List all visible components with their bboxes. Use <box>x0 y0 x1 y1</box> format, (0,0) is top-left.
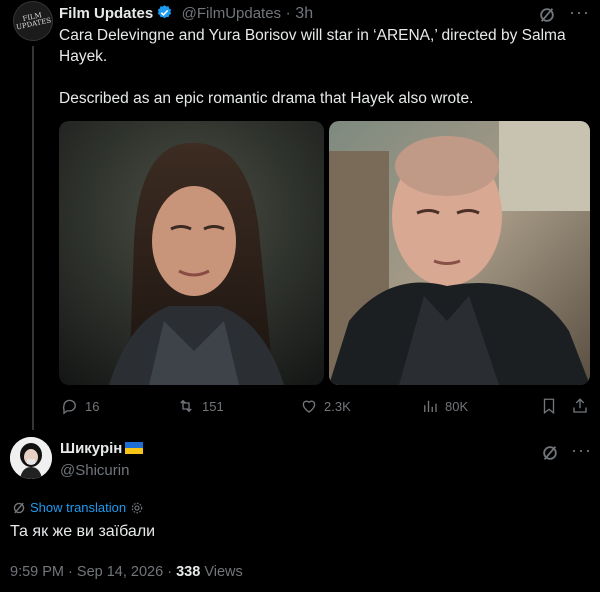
settings-gear-icon <box>131 502 143 513</box>
reply-author-handle[interactable]: @Shicurin <box>60 462 129 479</box>
reply-date[interactable]: Sep 14, 2026 <box>77 564 163 580</box>
views-count: 80K <box>445 398 469 414</box>
reply-icon <box>62 399 76 415</box>
meta-separator-2: · <box>167 564 173 580</box>
thread-line <box>32 46 34 430</box>
film-updates-avatar[interactable]: FILM UPDATES <box>9 0 57 45</box>
tweet-header: Film Updates @FilmUpdates · 3h <box>59 4 313 26</box>
reply-author-name[interactable]: Шикурін <box>60 440 122 457</box>
reply-views-count: 338 <box>176 564 201 580</box>
like-button[interactable]: 2.3K <box>300 397 351 415</box>
like-count: 2.3K <box>324 398 351 414</box>
reply-meta: 9:59 PM · Sep 14, 2026 · 338 Views <box>10 564 243 580</box>
tweet-text-paragraph-2: Described as an epic romantic drama that… <box>59 90 474 107</box>
verified-icon <box>156 4 173 26</box>
reply-button[interactable]: 16 <box>61 397 99 415</box>
analytics-icon <box>424 400 437 412</box>
reply-text: Та як же ви заїбали <box>10 523 156 540</box>
more-options-icon-reply[interactable]: ··· <box>571 440 592 461</box>
grok-icon <box>13 502 25 513</box>
more-options-icon[interactable]: ··· <box>569 2 590 23</box>
avatar-logo-text: FILM UPDATES <box>15 11 52 32</box>
repost-button[interactable]: 151 <box>176 397 224 415</box>
bookmark-icon <box>543 398 555 415</box>
show-translation-link[interactable]: Show translation <box>12 500 144 515</box>
media-photo-left[interactable] <box>59 121 324 385</box>
separator: · <box>285 5 291 22</box>
reply-count: 16 <box>85 398 100 414</box>
shicurin-avatar[interactable] <box>10 437 52 479</box>
author-name[interactable]: Film Updates <box>59 5 153 22</box>
tweet-body: Cara Delevingne and Yura Borisov will st… <box>59 25 579 109</box>
ukraine-flag-icon <box>125 442 144 454</box>
repost-count: 151 <box>202 398 224 414</box>
share-button[interactable] <box>571 397 589 415</box>
views-button[interactable]: 80K <box>421 397 468 415</box>
reply-header: Шикурін <box>60 440 144 458</box>
meta-separator-1: · <box>68 564 73 580</box>
reply-time[interactable]: 9:59 PM <box>10 564 64 580</box>
author-handle[interactable]: @FilmUpdates <box>182 5 281 22</box>
tweet-text-paragraph-1: Cara Delevingne and Yura Borisov will st… <box>59 27 566 65</box>
show-translation-label: Show translation <box>30 500 127 515</box>
tweet-time[interactable]: 3h <box>295 5 313 22</box>
grok-slash-icon-reply[interactable] <box>541 444 559 467</box>
share-icon <box>573 398 587 413</box>
bookmark-button[interactable] <box>541 397 557 415</box>
heart-icon <box>302 400 316 413</box>
repost-icon <box>180 399 192 413</box>
tweet-actions: 16 151 2.3K 80K <box>0 397 600 419</box>
media-photo-right[interactable] <box>329 121 590 385</box>
reply-views-label: Views <box>204 564 243 580</box>
